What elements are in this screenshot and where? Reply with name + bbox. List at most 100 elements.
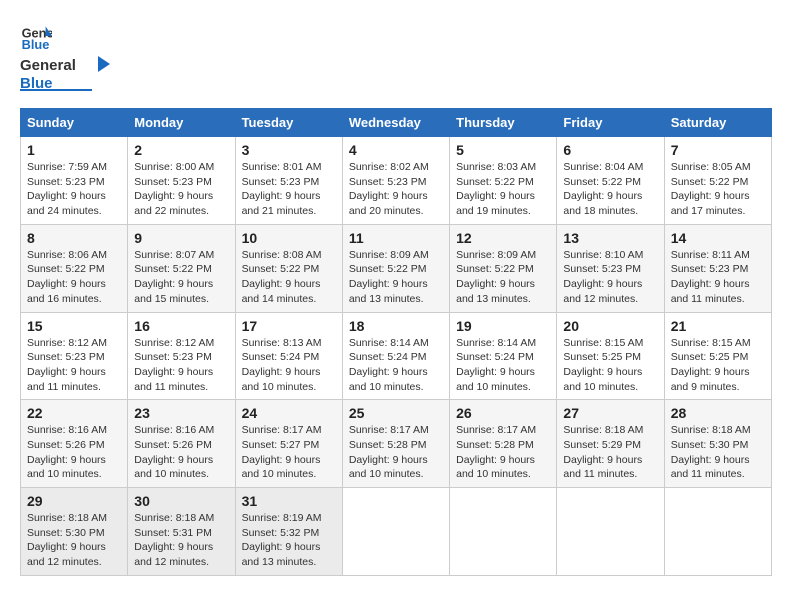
weekday-header-sunday: Sunday xyxy=(21,109,128,137)
calendar-table: SundayMondayTuesdayWednesdayThursdayFrid… xyxy=(20,108,772,576)
day-number: 21 xyxy=(671,318,765,334)
day-number: 4 xyxy=(349,142,443,158)
calendar-week-row: 29 Sunrise: 8:18 AMSunset: 5:30 PMDayligh… xyxy=(21,488,772,576)
weekday-header-thursday: Thursday xyxy=(450,109,557,137)
day-number: 13 xyxy=(563,230,657,246)
weekday-header-monday: Monday xyxy=(128,109,235,137)
day-info: Sunrise: 8:12 AMSunset: 5:23 PMDaylight:… xyxy=(27,336,121,395)
day-info: Sunrise: 8:15 AMSunset: 5:25 PMDaylight:… xyxy=(671,336,765,395)
day-info: Sunrise: 8:10 AMSunset: 5:23 PMDaylight:… xyxy=(563,248,657,307)
day-info: Sunrise: 8:00 AMSunset: 5:23 PMDaylight:… xyxy=(134,160,228,219)
calendar-day-cell: 26Sunrise: 8:17 AMSunset: 5:28 PMDayligh… xyxy=(450,400,557,488)
calendar-day-cell: 5 Sunrise: 8:03 AMSunset: 5:22 PMDaylight… xyxy=(450,137,557,225)
day-number: 20 xyxy=(563,318,657,334)
day-number: 2 xyxy=(134,142,228,158)
calendar-day-cell: 21 Sunrise: 8:15 AMSunset: 5:25 PMDayligh… xyxy=(664,312,771,400)
calendar-day-cell: 28Sunrise: 8:18 AMSunset: 5:30 PMDayligh… xyxy=(664,400,771,488)
calendar-day-cell: 30 Sunrise: 8:18 AMSunset: 5:31 PMDayligh… xyxy=(128,488,235,576)
day-number: 6 xyxy=(563,142,657,158)
day-number: 10 xyxy=(242,230,336,246)
day-info: Sunrise: 8:19 AMSunset: 5:32 PMDaylight:… xyxy=(242,511,336,570)
day-info: Sunrise: 8:18 AMSunset: 5:29 PMDaylight:… xyxy=(563,423,657,482)
day-number: 12 xyxy=(456,230,550,246)
day-number: 23 xyxy=(134,405,228,421)
calendar-day-cell: 6 Sunrise: 8:04 AMSunset: 5:22 PMDaylight… xyxy=(557,137,664,225)
calendar-day-cell: 17 Sunrise: 8:13 AMSunset: 5:24 PMDayligh… xyxy=(235,312,342,400)
calendar-day-cell xyxy=(342,488,449,576)
day-number: 17 xyxy=(242,318,336,334)
calendar-day-cell: 31Sunrise: 8:19 AMSunset: 5:32 PMDayligh… xyxy=(235,488,342,576)
day-number: 9 xyxy=(134,230,228,246)
day-number: 28 xyxy=(671,405,765,421)
day-info: Sunrise: 7:59 AMSunset: 5:23 PMDaylight:… xyxy=(27,160,121,219)
day-info: Sunrise: 8:03 AMSunset: 5:22 PMDaylight:… xyxy=(456,160,550,219)
calendar-day-cell: 15 Sunrise: 8:12 AMSunset: 5:23 PMDayligh… xyxy=(21,312,128,400)
day-info: Sunrise: 8:15 AMSunset: 5:25 PMDaylight:… xyxy=(563,336,657,395)
day-info: Sunrise: 8:13 AMSunset: 5:24 PMDaylight:… xyxy=(242,336,336,395)
svg-text:Blue: Blue xyxy=(22,37,50,52)
day-number: 27 xyxy=(563,405,657,421)
calendar-day-cell xyxy=(664,488,771,576)
calendar-day-cell: 8 Sunrise: 8:06 AMSunset: 5:22 PMDaylight… xyxy=(21,224,128,312)
day-info: Sunrise: 8:14 AMSunset: 5:24 PMDaylight:… xyxy=(349,336,443,395)
calendar-day-cell xyxy=(450,488,557,576)
calendar-day-cell: 16 Sunrise: 8:12 AMSunset: 5:23 PMDayligh… xyxy=(128,312,235,400)
calendar-day-cell: 20 Sunrise: 8:15 AMSunset: 5:25 PMDayligh… xyxy=(557,312,664,400)
day-info: Sunrise: 8:18 AMSunset: 5:30 PMDaylight:… xyxy=(27,511,121,570)
day-info: Sunrise: 8:12 AMSunset: 5:23 PMDaylight:… xyxy=(134,336,228,395)
day-number: 5 xyxy=(456,142,550,158)
calendar-day-cell: 24 Sunrise: 8:17 AMSunset: 5:27 PMDayligh… xyxy=(235,400,342,488)
logo-icon: General Blue xyxy=(20,20,52,52)
calendar-day-cell: 22 Sunrise: 8:16 AMSunset: 5:26 PMDayligh… xyxy=(21,400,128,488)
calendar-day-cell: 29 Sunrise: 8:18 AMSunset: 5:30 PMDayligh… xyxy=(21,488,128,576)
calendar-week-row: 1 Sunrise: 7:59 AMSunset: 5:23 PMDaylight… xyxy=(21,137,772,225)
day-info: Sunrise: 8:18 AMSunset: 5:31 PMDaylight:… xyxy=(134,511,228,570)
weekday-header-tuesday: Tuesday xyxy=(235,109,342,137)
calendar-day-cell: 7Sunrise: 8:05 AMSunset: 5:22 PMDaylight… xyxy=(664,137,771,225)
day-info: Sunrise: 8:17 AMSunset: 5:27 PMDaylight:… xyxy=(242,423,336,482)
day-number: 22 xyxy=(27,405,121,421)
day-number: 11 xyxy=(349,230,443,246)
day-info: Sunrise: 8:16 AMSunset: 5:26 PMDaylight:… xyxy=(134,423,228,482)
day-number: 19 xyxy=(456,318,550,334)
day-info: Sunrise: 8:07 AMSunset: 5:22 PMDaylight:… xyxy=(134,248,228,307)
calendar-day-cell: 14 Sunrise: 8:11 AMSunset: 5:23 PMDayligh… xyxy=(664,224,771,312)
calendar-day-cell: 10 Sunrise: 8:08 AMSunset: 5:22 PMDayligh… xyxy=(235,224,342,312)
day-number: 24 xyxy=(242,405,336,421)
day-info: Sunrise: 8:11 AMSunset: 5:23 PMDaylight:… xyxy=(671,248,765,307)
day-number: 26 xyxy=(456,405,550,421)
day-number: 1 xyxy=(27,142,121,158)
day-info: Sunrise: 8:14 AMSunset: 5:24 PMDaylight:… xyxy=(456,336,550,395)
day-number: 15 xyxy=(27,318,121,334)
calendar-day-cell: 4 Sunrise: 8:02 AMSunset: 5:23 PMDaylight… xyxy=(342,137,449,225)
svg-text:General: General xyxy=(20,57,76,74)
calendar-day-cell: 23 Sunrise: 8:16 AMSunset: 5:26 PMDayligh… xyxy=(128,400,235,488)
day-info: Sunrise: 8:16 AMSunset: 5:26 PMDaylight:… xyxy=(27,423,121,482)
day-info: Sunrise: 8:02 AMSunset: 5:23 PMDaylight:… xyxy=(349,160,443,219)
day-info: Sunrise: 8:09 AMSunset: 5:22 PMDaylight:… xyxy=(349,248,443,307)
day-number: 7 xyxy=(671,142,765,158)
day-number: 8 xyxy=(27,230,121,246)
day-number: 29 xyxy=(27,493,121,509)
calendar-day-cell: 1 Sunrise: 7:59 AMSunset: 5:23 PMDaylight… xyxy=(21,137,128,225)
calendar-week-row: 22 Sunrise: 8:16 AMSunset: 5:26 PMDayligh… xyxy=(21,400,772,488)
calendar-day-cell xyxy=(557,488,664,576)
calendar-day-cell: 18Sunrise: 8:14 AMSunset: 5:24 PMDayligh… xyxy=(342,312,449,400)
calendar-day-cell: 27 Sunrise: 8:18 AMSunset: 5:29 PMDayligh… xyxy=(557,400,664,488)
day-number: 25 xyxy=(349,405,443,421)
calendar-header-row: SundayMondayTuesdayWednesdayThursdayFrid… xyxy=(21,109,772,137)
day-number: 14 xyxy=(671,230,765,246)
page-header: General Blue General Blue xyxy=(20,20,772,92)
weekday-header-saturday: Saturday xyxy=(664,109,771,137)
day-info: Sunrise: 8:06 AMSunset: 5:22 PMDaylight:… xyxy=(27,248,121,307)
calendar-week-row: 8 Sunrise: 8:06 AMSunset: 5:22 PMDaylight… xyxy=(21,224,772,312)
day-info: Sunrise: 8:08 AMSunset: 5:22 PMDaylight:… xyxy=(242,248,336,307)
calendar-day-cell: 13 Sunrise: 8:10 AMSunset: 5:23 PMDayligh… xyxy=(557,224,664,312)
day-info: Sunrise: 8:04 AMSunset: 5:22 PMDaylight:… xyxy=(563,160,657,219)
day-info: Sunrise: 8:17 AMSunset: 5:28 PMDaylight:… xyxy=(349,423,443,482)
day-number: 16 xyxy=(134,318,228,334)
calendar-day-cell: 9 Sunrise: 8:07 AMSunset: 5:22 PMDaylight… xyxy=(128,224,235,312)
day-number: 3 xyxy=(242,142,336,158)
weekday-header-wednesday: Wednesday xyxy=(342,109,449,137)
day-number: 30 xyxy=(134,493,228,509)
